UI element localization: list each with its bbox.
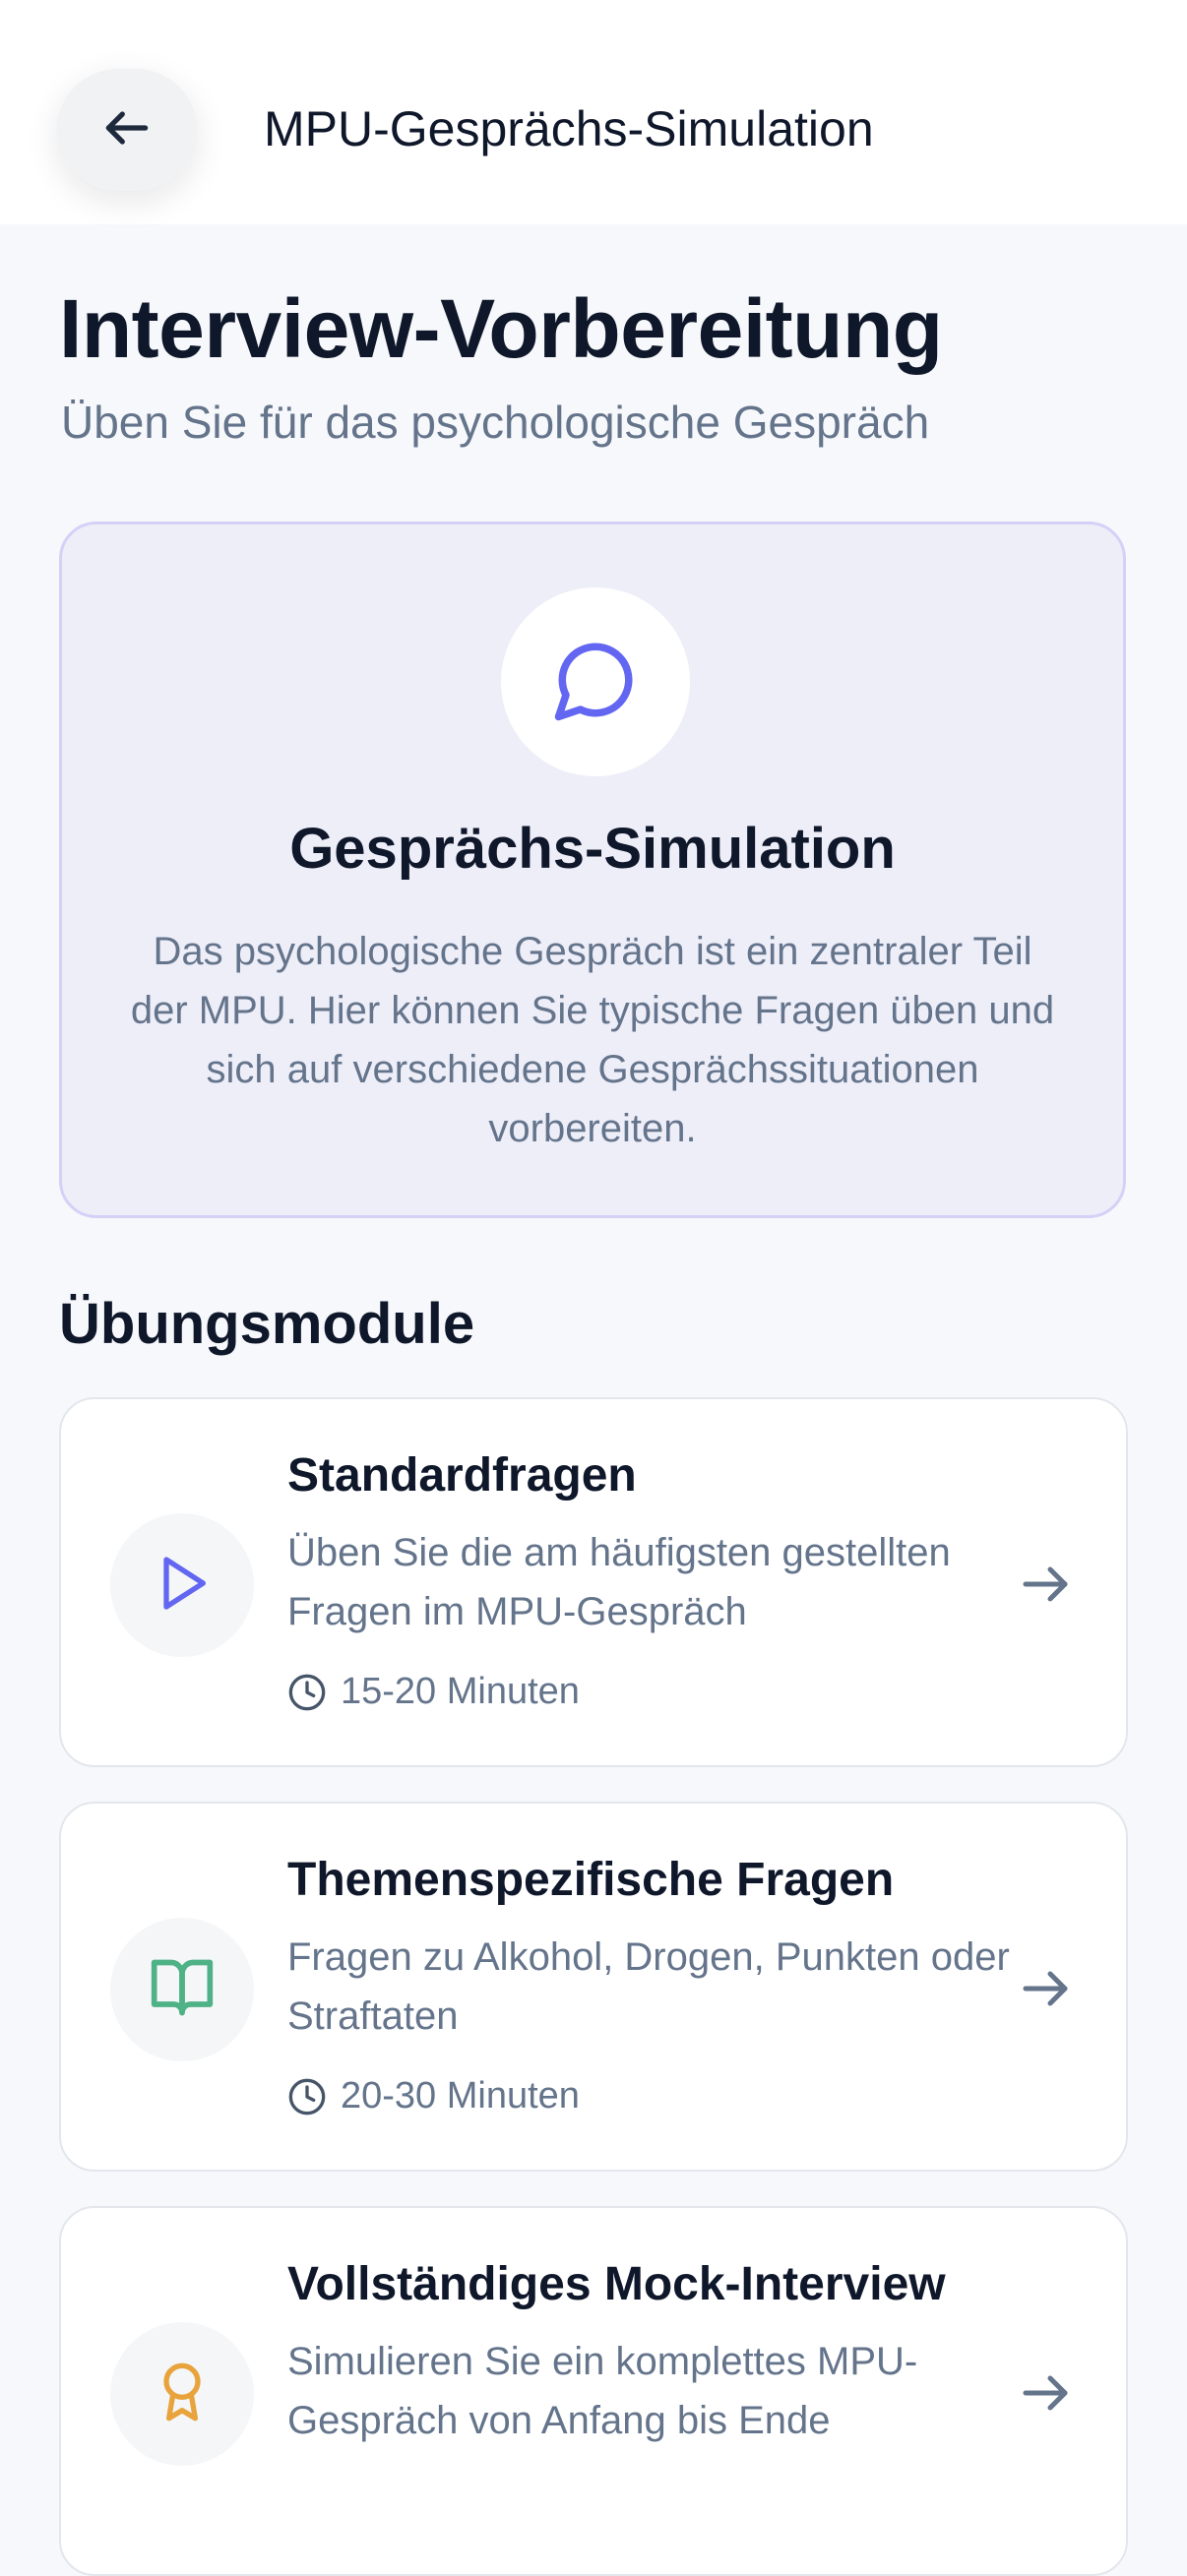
back-button[interactable] — [57, 69, 197, 191]
module-card-mock-interview[interactable]: Vollständiges Mock-Interview Simulieren … — [59, 2206, 1128, 2576]
module-icon-container — [110, 1918, 254, 2061]
page-subtitle: Üben Sie für das psychologische Gespräch — [61, 397, 930, 448]
arrow-left-icon — [99, 100, 155, 160]
module-duration: 20-30 Minuten — [287, 2075, 580, 2117]
page-title: Interview-Vorbereitung — [59, 282, 943, 375]
clock-icon — [288, 2078, 326, 2115]
module-duration-text: 15-20 Minuten — [341, 1671, 580, 1712]
arrow-right-icon — [1023, 1971, 1068, 2006]
module-duration-text: 20-30 Minuten — [341, 2075, 580, 2116]
module-title: Themenspezifische Fragen — [287, 1854, 895, 1906]
play-icon — [151, 1552, 214, 1620]
module-title: Vollständiges Mock-Interview — [287, 2258, 946, 2310]
arrow-right-icon — [1023, 1566, 1068, 1602]
arrow-right-icon — [1023, 2375, 1068, 2411]
modules-heading: Übungsmodule — [59, 1292, 475, 1356]
clock-icon — [288, 1674, 326, 1710]
module-title: Standardfragen — [287, 1449, 637, 1502]
hero-description: Das psychologische Gespräch ist ein zent… — [130, 930, 1055, 1150]
module-description: Simulieren Sie ein komplettes MPU-Gesprä… — [287, 2340, 918, 2442]
module-icon-container — [110, 1513, 254, 1657]
top-bar: MPU-Gesprächs-Simulation — [0, 0, 1187, 224]
module-icon-container — [110, 2322, 254, 2466]
module-card-standardfragen[interactable]: Standardfragen Üben Sie die am häufigste… — [59, 1397, 1128, 1767]
header-title: MPU-Gesprächs-Simulation — [264, 101, 874, 156]
award-icon — [151, 2361, 214, 2428]
simulation-info-card: Gesprächs-Simulation Das psychologische … — [59, 521, 1126, 1218]
module-duration: 15-20 Minuten — [287, 1671, 580, 1713]
hero-icon-container — [501, 587, 690, 776]
module-card-themenspezifisch[interactable]: Themenspezifische Fragen Fragen zu Alkoh… — [59, 1802, 1128, 2172]
module-description: Fragen zu Alkohol, Drogen, Punkten oder … — [287, 1935, 1010, 2038]
hero-title: Gesprächs-Simulation — [289, 817, 896, 881]
chat-bubble-icon — [551, 636, 640, 729]
module-description: Üben Sie die am häufigsten gestellten Fr… — [287, 1531, 951, 1633]
book-open-icon — [149, 1954, 216, 2026]
